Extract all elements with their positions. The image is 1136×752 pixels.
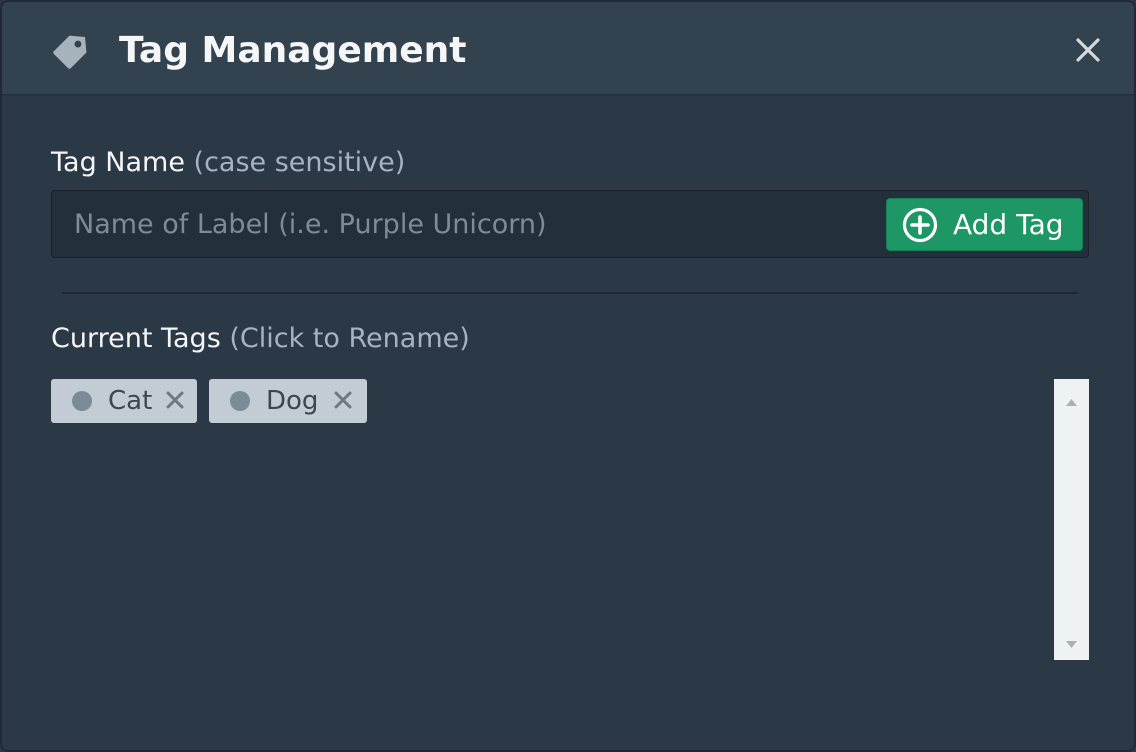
plus-circle-icon [902, 207, 938, 243]
tag-name-label-hint: (case sensitive) [193, 147, 406, 178]
tag-chip-name: Dog [266, 386, 319, 416]
scroll-up-arrow-icon[interactable] [1065, 392, 1078, 406]
close-icon[interactable] [1070, 32, 1106, 68]
current-tags-label: Current Tags (Click to Rename) [51, 321, 470, 357]
tag-management-dialog: Tag Management Tag Name (case sensitive)… [0, 0, 1136, 752]
current-tags-label-text: Current Tags [51, 323, 221, 354]
add-tag-button[interactable]: Add Tag [886, 198, 1083, 251]
current-tags-label-hint: (Click to Rename) [229, 323, 470, 354]
tag-chip-dog[interactable]: Dog [209, 379, 367, 423]
dialog-header: Tag Management [2, 2, 1134, 96]
tag-color-dot [230, 391, 250, 411]
tag-icon [52, 28, 94, 70]
section-divider [62, 292, 1078, 294]
tag-name-input-group: Add Tag [51, 190, 1089, 258]
remove-icon[interactable] [333, 390, 353, 410]
tag-chip-name: Cat [108, 386, 153, 416]
add-tag-button-label: Add Tag [953, 208, 1064, 241]
current-tags-list: Cat Dog [51, 379, 1051, 659]
tag-name-input[interactable] [52, 191, 882, 257]
remove-icon[interactable] [165, 390, 185, 410]
tag-name-label-text: Tag Name [51, 147, 185, 178]
tag-name-label: Tag Name (case sensitive) [51, 145, 405, 181]
dialog-title: Tag Management [119, 30, 467, 71]
scroll-down-arrow-icon[interactable] [1065, 635, 1078, 648]
tag-chip-cat[interactable]: Cat [51, 379, 197, 423]
tags-scrollbar[interactable] [1054, 379, 1089, 660]
tag-color-dot [72, 391, 92, 411]
